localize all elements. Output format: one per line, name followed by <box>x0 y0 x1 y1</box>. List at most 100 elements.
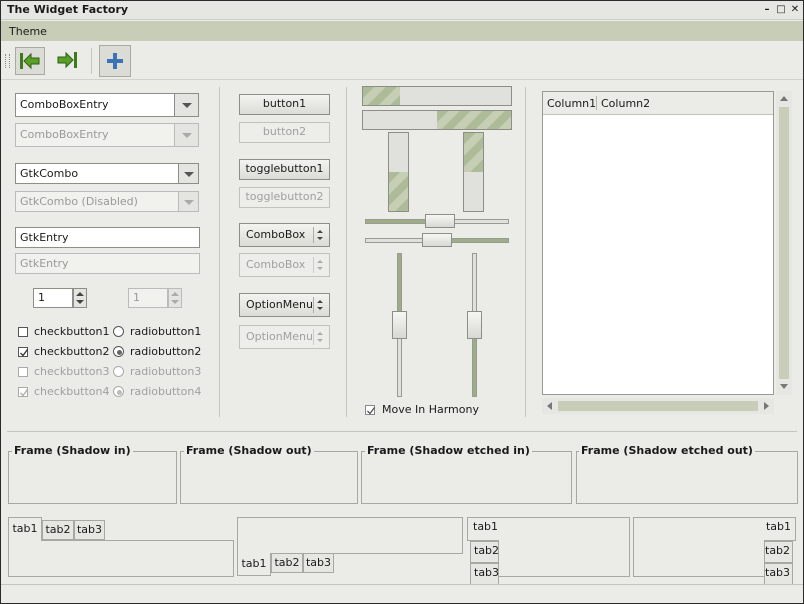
checkmark-icon <box>20 389 29 397</box>
radiobutton1-label[interactable]: radiobutton1 <box>130 325 201 338</box>
tree-view[interactable]: Column1 Column2 <box>542 91 774 395</box>
notebook-left-page <box>498 517 630 577</box>
combo-arrows-icon <box>317 230 323 240</box>
spin-arrows-icon <box>76 292 84 304</box>
scroll-up-icon[interactable] <box>779 94 789 102</box>
combo-arrows-icon <box>317 260 323 270</box>
notebook-top-tab2[interactable]: tab2 <box>42 520 74 540</box>
window: The Widget Factory – □ ✕ Theme ComboBoxE… <box>0 0 804 604</box>
frame-shadow-etched-out-label: Frame (Shadow etched out) <box>579 444 755 457</box>
vscale-2-knob[interactable] <box>467 311 482 339</box>
notebook-bottom-tab1[interactable]: tab1 <box>237 553 271 576</box>
checkbutton2-label[interactable]: checkbutton2 <box>34 345 110 358</box>
chevron-down-icon <box>183 171 194 177</box>
toolbar-grip-icon[interactable] <box>5 54 10 68</box>
goto-first-icon <box>20 52 40 70</box>
gtk-entry-input[interactable]: GtkEntry <box>15 227 200 248</box>
move-in-harmony-label[interactable]: Move In Harmony <box>382 403 479 416</box>
horizontal-scrollbar[interactable] <box>542 398 774 414</box>
checkbutton4-label: checkbutton4 <box>34 385 110 398</box>
menu-bar: Theme <box>1 21 803 41</box>
tree-header: Column1 Column2 <box>543 92 773 115</box>
checkbutton3-label: checkbutton3 <box>34 365 110 378</box>
spin-input[interactable]: 1 <box>33 288 73 308</box>
optionmenu-divider <box>313 329 314 345</box>
notebook-right-tab3[interactable]: tab3 <box>764 563 793 585</box>
goto-last-button[interactable] <box>53 47 83 75</box>
radiobutton4-circle <box>113 386 124 397</box>
checkbutton2-box[interactable] <box>18 347 29 357</box>
column2-header[interactable]: Column2 <box>601 97 650 110</box>
close-icon[interactable]: ✕ <box>789 4 801 16</box>
checkbutton1-label[interactable]: checkbutton1 <box>34 325 110 338</box>
gtk-combo-input[interactable]: GtkCombo <box>15 163 179 184</box>
column1-header[interactable]: Column1 <box>547 97 596 110</box>
vscale-1-knob[interactable] <box>392 311 407 339</box>
add-button[interactable] <box>99 45 131 77</box>
radiobutton1-circle[interactable] <box>113 326 124 337</box>
spin-arrows-icon <box>171 292 179 304</box>
radiobutton2-circle[interactable] <box>113 346 124 357</box>
notebook-top-page <box>8 540 234 577</box>
minimize-icon[interactable]: – <box>761 4 773 16</box>
gtk-combo-dropdown-button[interactable] <box>178 163 199 184</box>
combobox-button[interactable]: ComboBox <box>239 223 330 247</box>
title-bar[interactable]: The Widget Factory – □ ✕ <box>1 1 803 20</box>
togglebutton1[interactable]: togglebutton1 <box>239 159 330 180</box>
combobox-label: ComboBox <box>246 228 306 241</box>
column-separator <box>346 87 347 417</box>
notebook-left-tab3[interactable]: tab3 <box>470 563 499 585</box>
radiobutton2-label[interactable]: radiobutton2 <box>130 345 201 358</box>
notebook-left-tab1[interactable]: tab1 <box>467 517 499 541</box>
optionmenu-disabled-button: OptionMenu <box>239 325 330 349</box>
notebook-right-tab1[interactable]: tab1 <box>764 517 796 541</box>
notebook-right-tab2[interactable]: tab2 <box>764 541 793 563</box>
hscale-fill <box>366 220 426 223</box>
column-separator <box>219 87 220 417</box>
combo-entry-disabled-dropdown <box>174 123 199 147</box>
radio-dot-icon <box>117 390 122 395</box>
chevron-down-icon <box>181 133 192 138</box>
notebook-bottom-tab2[interactable]: tab2 <box>271 553 303 573</box>
frame-shadow-in-label: Frame (Shadow in) <box>12 444 133 457</box>
optionmenu-divider <box>313 297 314 313</box>
optionmenu-label: OptionMenu <box>246 298 313 311</box>
menu-theme[interactable]: Theme <box>9 25 47 38</box>
progress-bar-vertical-2 <box>463 132 484 212</box>
window-title: The Widget Factory <box>7 3 129 16</box>
hscale-1-knob[interactable] <box>425 214 455 228</box>
add-icon <box>107 53 123 69</box>
scroll-right-icon[interactable] <box>763 401 771 411</box>
button2: button2 <box>239 122 330 143</box>
move-in-harmony-checkbox[interactable] <box>365 405 376 415</box>
notebook-bottom-tab3[interactable]: tab3 <box>303 553 334 573</box>
notebook-bottom-page <box>237 517 463 554</box>
combo-entry-dropdown-button[interactable] <box>174 93 199 117</box>
optionmenu-button[interactable]: OptionMenu <box>239 293 330 317</box>
maximize-icon[interactable]: □ <box>775 4 787 16</box>
notebook-top-tab1[interactable]: tab1 <box>8 517 42 541</box>
goto-first-button[interactable] <box>15 47 45 75</box>
progress-bar-horizontal-1 <box>362 86 512 106</box>
spin-disabled-input: 1 <box>128 288 168 308</box>
frame-shadow-in <box>8 451 177 504</box>
frame-shadow-etched-in-label: Frame (Shadow etched in) <box>365 444 532 457</box>
scroll-left-icon[interactable] <box>545 401 553 411</box>
progress-fill <box>389 172 408 211</box>
vertical-scrollbar-thumb[interactable] <box>779 107 789 379</box>
button1[interactable]: button1 <box>239 94 330 115</box>
scroll-down-icon[interactable] <box>779 383 789 391</box>
spin-buttons[interactable] <box>73 288 87 308</box>
optionmenu-disabled-label: OptionMenu <box>246 330 313 343</box>
progress-bar-horizontal-2 <box>362 110 512 130</box>
vertical-scrollbar[interactable] <box>776 91 792 395</box>
spin-disabled-buttons <box>168 288 182 308</box>
notebook-top-tab3[interactable]: tab3 <box>74 520 105 540</box>
progress-bar-vertical-1 <box>388 132 409 212</box>
checkbutton1-box[interactable] <box>18 327 28 337</box>
hscale-2-knob[interactable] <box>422 233 452 247</box>
chevron-down-icon <box>181 103 192 108</box>
horizontal-scrollbar-thumb[interactable] <box>558 401 758 411</box>
notebook-left-tab2[interactable]: tab2 <box>470 541 499 563</box>
combo-entry-input[interactable]: ComboBoxEntry <box>15 93 175 117</box>
